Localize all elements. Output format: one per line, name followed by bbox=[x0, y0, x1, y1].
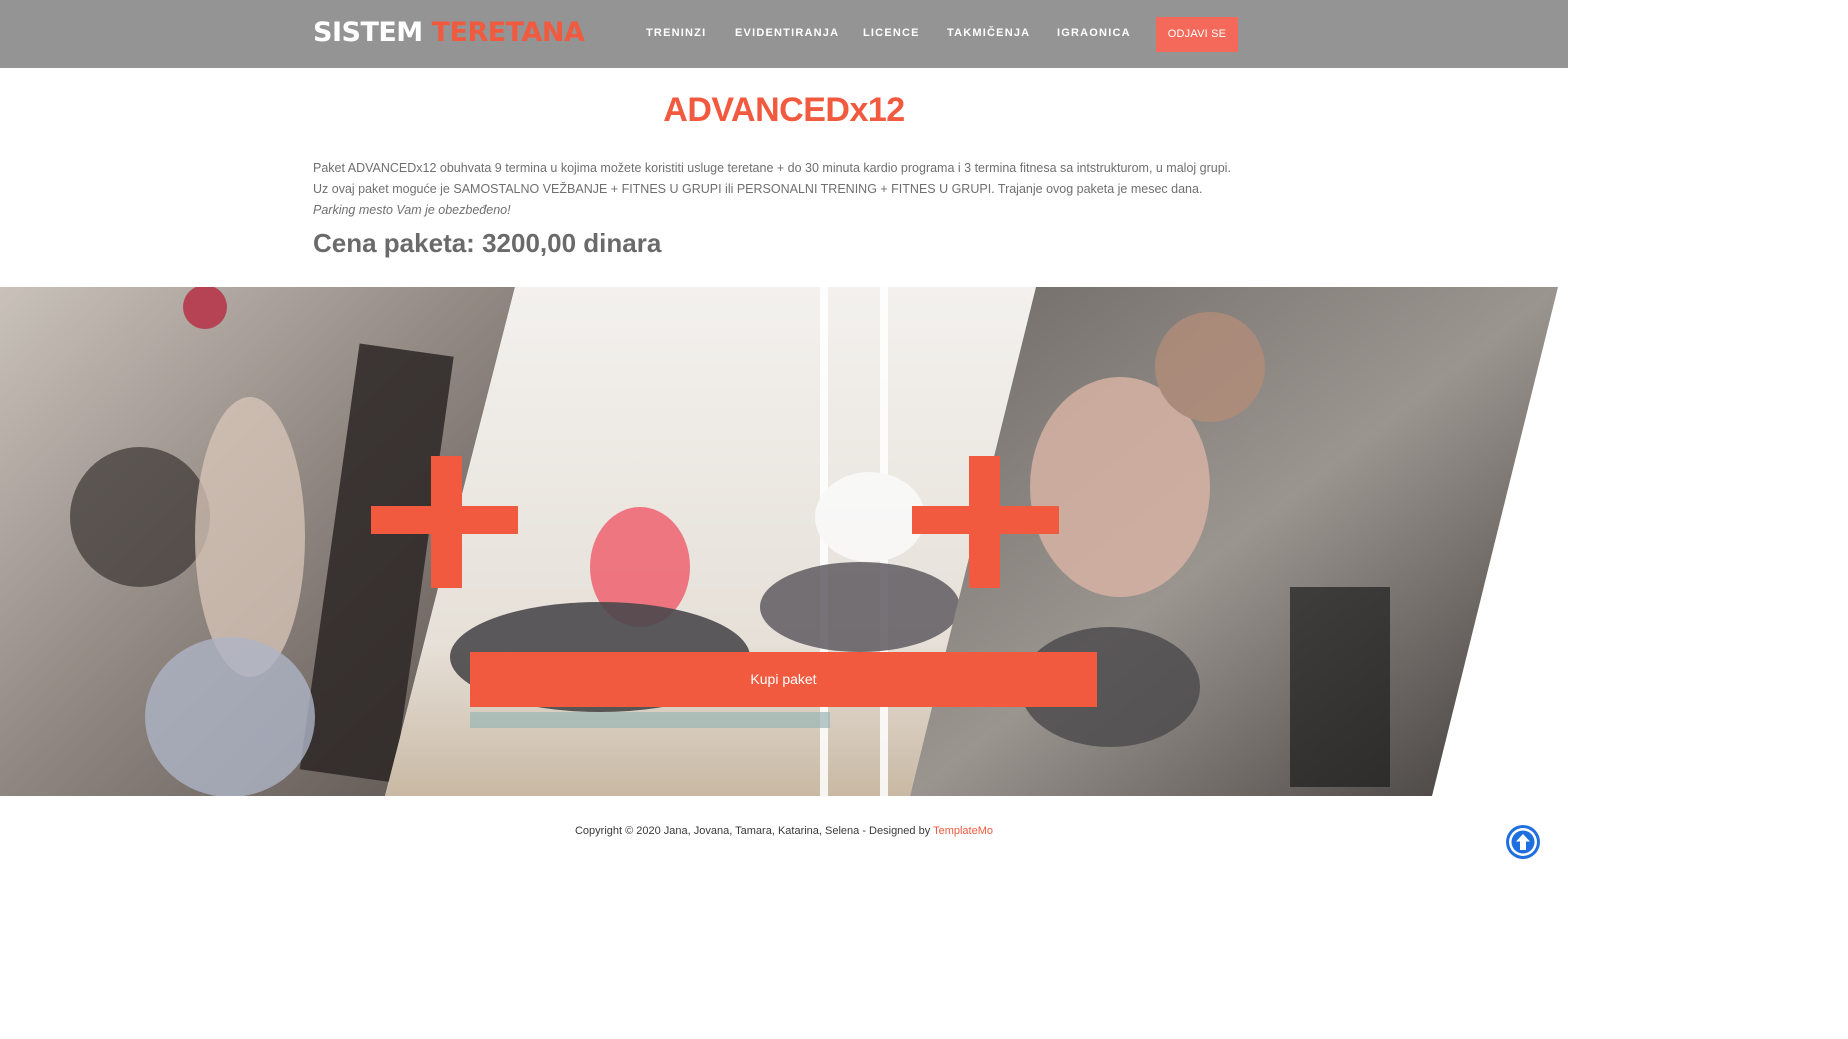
templatemo-link[interactable]: TemplateMo bbox=[933, 825, 993, 837]
package-description: Paket ADVANCEDx12 obuhvata 9 termina u k… bbox=[313, 158, 1233, 221]
arrow-up-circle-icon bbox=[1509, 828, 1537, 856]
nav-igraonica[interactable]: IGRAONICA bbox=[1057, 27, 1131, 39]
hero-collage bbox=[0, 287, 1568, 796]
brand-part-1: SISTEM bbox=[313, 17, 423, 48]
nav-treninzi[interactable]: TRENINZI bbox=[646, 27, 706, 39]
copyright-text: Copyright © 2020 Jana, Jovana, Tamara, K… bbox=[574, 825, 931, 837]
top-navbar: SISTEM TERETANA TRENINZI EVIDENTIRANJA L… bbox=[0, 0, 1568, 68]
scroll-top-button[interactable] bbox=[1506, 825, 1540, 859]
nav-licence[interactable]: LICENCE bbox=[863, 27, 920, 39]
parking-note: Parking mesto Vam je obezbeđeno! bbox=[313, 203, 511, 217]
brand-logo[interactable]: SISTEM TERETANA bbox=[313, 17, 585, 48]
description-text: Paket ADVANCEDx12 obuhvata 9 termina u k… bbox=[313, 161, 1231, 196]
footer: Copyright © 2020 Jana, Jovana, Tamara, K… bbox=[0, 825, 1568, 837]
package-title: ADVANCEDx12 bbox=[663, 91, 905, 129]
nav-evidentiranja[interactable]: EVIDENTIRANJA bbox=[735, 27, 839, 39]
logout-button[interactable]: ODJAVI SE bbox=[1156, 17, 1238, 52]
package-price: Cena paketa: 3200,00 dinara bbox=[313, 228, 662, 258]
buy-package-button[interactable]: Kupi paket bbox=[470, 652, 1097, 707]
brand-part-2: TERETANA bbox=[431, 17, 585, 48]
nav-takmicenja[interactable]: TAKMIČENJA bbox=[947, 27, 1030, 39]
